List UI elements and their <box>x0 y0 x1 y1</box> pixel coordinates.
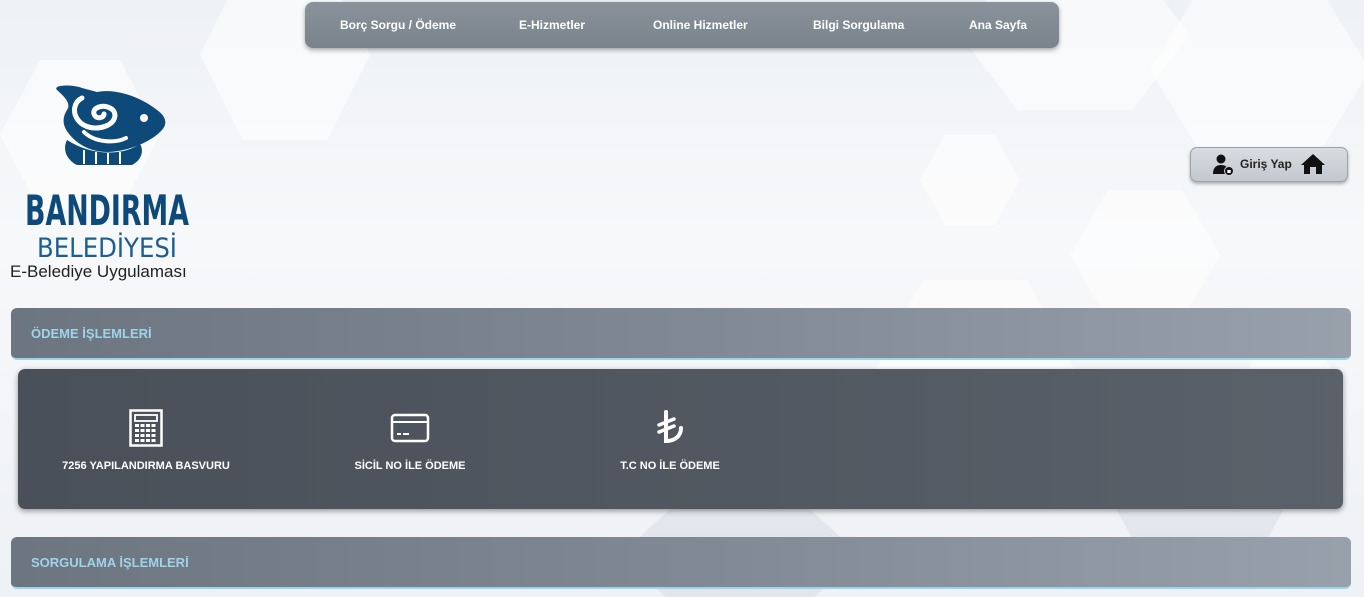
calculator-icon <box>46 409 246 447</box>
op-tc-no-ile-odeme[interactable]: T.C NO İLE ÖDEME <box>570 369 770 509</box>
user-icon <box>1212 153 1236 182</box>
op-label: T.C NO İLE ÖDEME <box>620 460 720 472</box>
top-navigation: Borç Sorgu / Ödeme E-Hizmetler Online Hi… <box>305 2 1059 48</box>
lira-icon <box>570 409 770 447</box>
brand-subtitle: BELEDİYESİ <box>37 232 177 260</box>
login-button[interactable]: Giriş Yap <box>1190 147 1348 182</box>
query-section-title: SORGULAMA İŞLEMLERİ <box>31 555 189 570</box>
nav-bilgi-sorgulama[interactable]: Bilgi Sorgulama <box>813 2 904 48</box>
op-label: SİCİL NO İLE ÖDEME <box>354 460 466 472</box>
payment-section-header[interactable]: ÖDEME İŞLEMLERİ <box>11 308 1351 360</box>
payment-operations-panel: 7256 YAPILANDIRMA BASVURU SİCİL NO İLE Ö… <box>18 369 1343 509</box>
brand-name: BANDIRMA <box>25 186 189 235</box>
nav-e-hizmetler[interactable]: E-Hizmetler <box>519 2 585 48</box>
login-label: Giriş Yap <box>1240 157 1292 171</box>
nav-ana-sayfa[interactable]: Ana Sayfa <box>969 2 1027 48</box>
app-title: E-Belediye Uygulaması <box>10 262 187 281</box>
op-label: 7256 YAPILANDIRMA BASVURU <box>62 460 230 472</box>
credit-card-icon <box>310 409 510 447</box>
payment-section-title: ÖDEME İŞLEMLERİ <box>31 326 152 341</box>
query-section-header[interactable]: SORGULAMA İŞLEMLERİ <box>11 537 1351 589</box>
nav-borc-sorgu-odeme[interactable]: Borç Sorgu / Ödeme <box>340 2 456 48</box>
op-sicil-no-ile-odeme[interactable]: SİCİL NO İLE ÖDEME <box>310 369 510 509</box>
home-icon[interactable] <box>1300 152 1326 181</box>
nav-online-hizmetler[interactable]: Online Hizmetler <box>653 2 748 48</box>
op-7256-yapilandirma-basvuru[interactable]: 7256 YAPILANDIRMA BASVURU <box>46 369 246 509</box>
bandirma-logo[interactable]: BANDIRMA BELEDİYESİ <box>22 80 192 264</box>
